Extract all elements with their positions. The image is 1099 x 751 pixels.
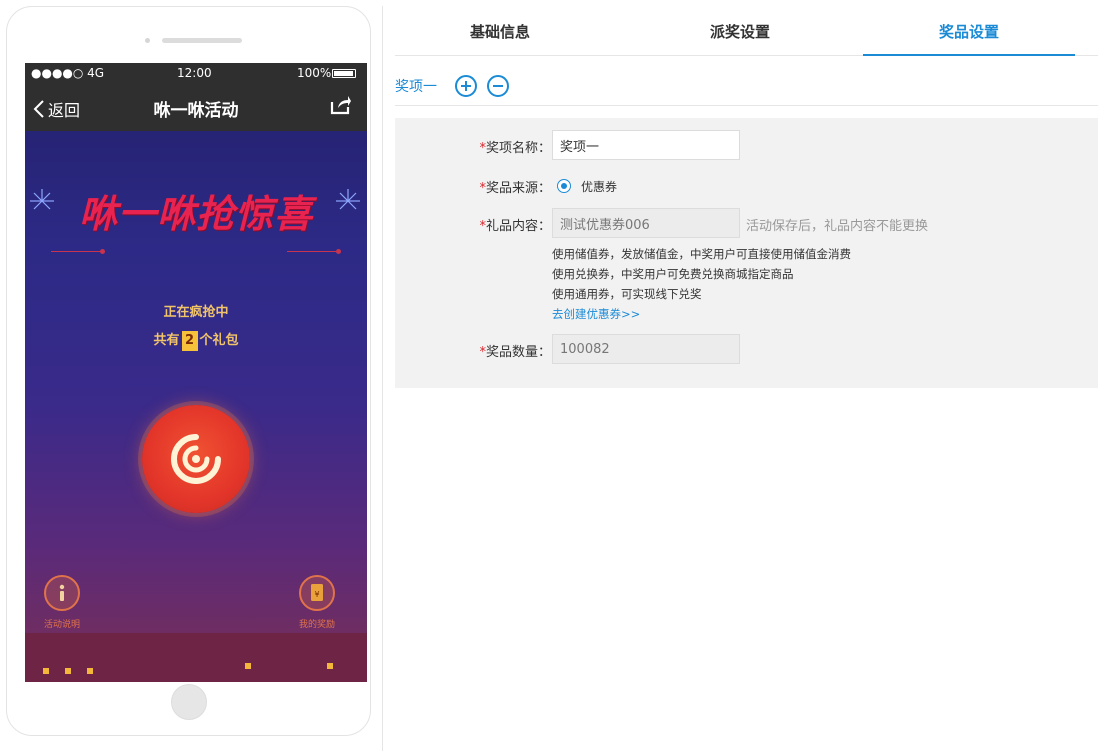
status-time: 12:00 xyxy=(177,66,212,80)
prize-form: *奖项名称： *奖品来源： 优惠券 *礼品内容： 活动保存后，礼品内容不能更换 … xyxy=(395,118,1098,388)
home-button xyxy=(171,684,207,720)
activity-info-button[interactable] xyxy=(44,575,80,611)
shake-button[interactable] xyxy=(142,405,250,513)
add-item-button[interactable] xyxy=(455,74,477,97)
prize-source-label-text: 奖品来源： xyxy=(485,181,551,196)
banner-divider xyxy=(287,249,341,254)
tab-bar: 基础信息 派奖设置 奖品设置 xyxy=(395,6,1098,56)
status-bar: ●●●●○ 4G 12:00 100% xyxy=(25,63,367,83)
signal-indicator: ●●●●○ 4G xyxy=(31,66,105,80)
window-light xyxy=(245,663,251,669)
prize-content-label: *礼品内容： xyxy=(455,215,551,234)
wallet-icon: ¥ xyxy=(311,584,323,601)
gift-prefix: 共有 xyxy=(153,333,180,348)
activity-status: 正在疯抢中 xyxy=(163,305,229,320)
prize-quantity-input xyxy=(552,334,740,364)
battery-percent: 100% xyxy=(297,66,332,80)
window-light xyxy=(327,663,333,669)
banner-divider xyxy=(51,249,105,254)
activity-banner: 咻一咻抢惊喜 xyxy=(78,191,313,236)
description-line: 使用兑换券，中奖用户可免费兑换商城指定商品 xyxy=(552,267,794,281)
share-icon[interactable] xyxy=(330,95,352,119)
prize-content-label-text: 礼品内容： xyxy=(485,219,551,234)
activity-info-label: 活动说明 xyxy=(43,620,80,630)
prize-item-tab[interactable]: 奖项一 xyxy=(395,76,437,96)
description-line: 使用通用券，可实现线下兑奖 xyxy=(552,287,702,301)
prize-name-input[interactable] xyxy=(552,130,740,160)
gift-suffix: 个礼包 xyxy=(199,333,239,348)
prize-name-label: *奖项名称： xyxy=(455,137,551,156)
my-rewards-button[interactable]: ¥ xyxy=(299,575,335,611)
coupon-descriptions: 使用储值券，发放储值金，中奖用户可直接使用储值金消费 使用兑换券，中奖用户可免费… xyxy=(552,244,851,324)
description-line: 使用储值券，发放储值金，中奖用户可直接使用储值金消费 xyxy=(552,247,851,261)
gift-count-badge: 2 xyxy=(181,331,198,351)
phone-navbar: 返回 咻一咻活动 xyxy=(25,83,367,131)
target-icon xyxy=(171,434,221,484)
prize-quantity-row: *奖品数量： xyxy=(395,334,1098,366)
prize-name-label-text: 奖项名称： xyxy=(485,141,551,156)
my-rewards-label: 我的奖励 xyxy=(298,620,335,630)
tab-basic-info[interactable]: 基础信息 xyxy=(395,6,605,56)
prize-content-hint: 活动保存后，礼品内容不能更换 xyxy=(746,219,929,234)
window-light xyxy=(87,668,93,674)
prize-source-row: *奖品来源： 优惠券 xyxy=(395,177,1098,197)
prize-content-row: *礼品内容： 活动保存后，礼品内容不能更换 xyxy=(395,208,1098,240)
camera-dot xyxy=(145,38,150,43)
gift-count-line: 共有 2 个礼包 xyxy=(25,329,367,351)
city-silhouette xyxy=(25,633,367,682)
prize-source-label: *奖品来源： xyxy=(455,177,551,196)
settings-panel: 基础信息 派奖设置 奖品设置 奖项一 *奖项名称： *奖品来源： 优惠券 *礼品… xyxy=(382,6,1099,751)
svg-text:¥: ¥ xyxy=(314,590,319,599)
prize-name-row: *奖项名称： xyxy=(395,130,1098,162)
prize-item-bar: 奖项一 xyxy=(395,66,1098,106)
phone-preview: ●●●●○ 4G 12:00 100% 返回 咻一咻活动 咻一咻抢惊喜 正在疯抢… xyxy=(6,6,371,736)
coupon-radio[interactable] xyxy=(557,179,571,193)
phone-page-title: 咻一咻活动 xyxy=(153,101,239,121)
tab-prize-settings[interactable]: 奖品设置 xyxy=(863,6,1075,56)
tab-award-settings[interactable]: 派奖设置 xyxy=(635,6,845,56)
battery-icon xyxy=(332,69,356,78)
window-light xyxy=(43,668,49,674)
window-light xyxy=(65,668,71,674)
info-icon xyxy=(59,584,65,601)
remove-item-button[interactable] xyxy=(487,74,509,97)
prize-quantity-label-text: 奖品数量： xyxy=(485,345,551,360)
prize-quantity-label: *奖品数量： xyxy=(455,341,551,360)
coupon-radio-label: 优惠券 xyxy=(581,180,618,194)
prize-content-input xyxy=(552,208,740,238)
phone-screen: ●●●●○ 4G 12:00 100% 返回 咻一咻活动 咻一咻抢惊喜 正在疯抢… xyxy=(25,63,367,682)
create-coupon-link[interactable]: 去创建优惠券>> xyxy=(552,304,851,324)
phone-speaker xyxy=(162,38,242,43)
